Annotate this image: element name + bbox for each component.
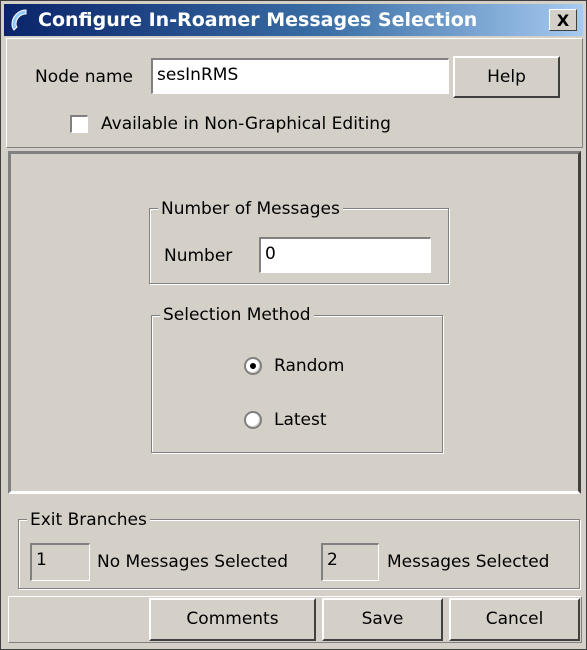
branch1-number-field: 1: [30, 543, 90, 581]
save-button[interactable]: Save: [322, 598, 443, 641]
random-radio[interactable]: [244, 357, 262, 375]
radio-selected-dot: [250, 363, 256, 369]
dialog-window: Configure In-Roamer Messages Selection X…: [0, 0, 587, 650]
node-name-input[interactable]: sesInRMS: [151, 58, 449, 94]
non-graphical-editing-label: Available in Non-Graphical Editing: [101, 114, 391, 134]
comments-button[interactable]: Comments: [149, 598, 316, 641]
latest-label: Latest: [274, 410, 327, 430]
close-button[interactable]: X: [549, 9, 577, 31]
help-button[interactable]: Help: [453, 56, 560, 98]
node-name-label: Node name: [35, 67, 133, 87]
branch2-number-field: 2: [321, 543, 379, 581]
selection-method-title: Selection Method: [160, 305, 314, 325]
cancel-button[interactable]: Cancel: [449, 598, 580, 641]
selection-method-group: [151, 315, 443, 453]
number-of-messages-title: Number of Messages: [158, 199, 343, 219]
phone-icon: [11, 9, 27, 31]
number-input[interactable]: 0: [259, 237, 431, 273]
latest-radio[interactable]: [244, 411, 262, 429]
branch1-label: No Messages Selected: [97, 552, 288, 572]
random-label: Random: [274, 356, 345, 376]
exit-branches-title: Exit Branches: [27, 510, 150, 530]
number-label: Number: [164, 246, 233, 266]
title-bar[interactable]: Configure In-Roamer Messages Selection X: [4, 4, 583, 36]
window-title: Configure In-Roamer Messages Selection: [38, 9, 478, 31]
branch2-label: Messages Selected: [387, 552, 550, 572]
non-graphical-editing-checkbox[interactable]: [70, 115, 88, 133]
